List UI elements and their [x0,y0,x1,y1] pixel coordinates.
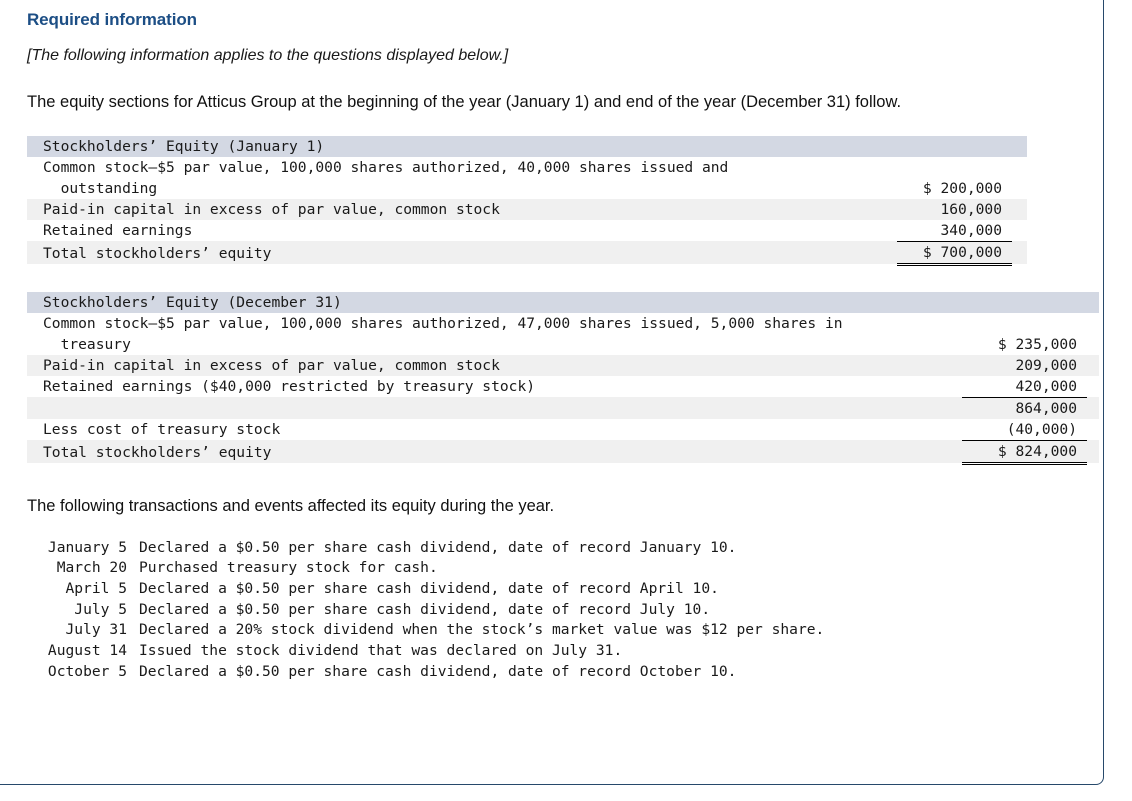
spacer-cell [1012,220,1027,242]
row-value: 340,000 [940,221,1002,239]
applies-to-note: [The following information applies to th… [27,47,509,64]
row-value-subtotal: 864,000 [962,396,1087,419]
row-label: Common stock—$5 par value, 100,000 share… [43,158,729,176]
table-row: treasury $ 235,000 [27,333,1099,355]
list-item: April 5 Declared a $0.50 per share cash … [27,579,824,600]
transaction-date: October 5 [47,662,127,680]
list-item: August 14 Issued the stock dividend that… [27,641,824,662]
spacer-cell [1087,419,1099,441]
transactions-list: January 5 Declared a $0.50 per share cas… [27,538,824,683]
list-item: July 31 Declared a 20% stock dividend wh… [27,620,824,641]
required-information-heading: Required information [27,10,197,29]
spacer-cell [1087,313,1099,334]
closing-paragraph: The following transactions and events af… [27,496,555,515]
row-value: 160,000 [940,200,1002,218]
spacer-cell [1012,178,1027,199]
row-label: Retained earnings [43,222,193,240]
spacer-cell [1012,136,1027,157]
table-row: Stockholders’ Equity (January 1) [27,135,1027,157]
transaction-description: Declared a 20% stock dividend when the s… [139,621,825,639]
spacer-cell [1087,334,1099,355]
december-equity-table-wrap: Stockholders’ Equity (December 31) Commo… [27,291,1102,465]
table-row-total: Total stockholders’ equity $ 700,000 [27,240,1027,266]
list-item: January 5 Declared a $0.50 per share cas… [27,538,824,559]
transaction-date: August 14 [47,642,127,660]
row-label: Paid-in capital in excess of par value, … [43,200,500,218]
spacer-cell [1087,376,1099,398]
spacer-cell [1012,241,1027,264]
transaction-date: July 31 [65,621,127,639]
january-equity-table-wrap: Stockholders’ Equity (January 1) Common … [27,135,1102,266]
transaction-description: Issued the stock dividend that was decla… [139,642,623,660]
row-label: Total stockholders’ equity [43,444,272,462]
row-value [897,157,1012,178]
row-label: Common stock—$5 par value, 100,000 share… [43,314,843,332]
row-label: outstanding [43,179,158,197]
table-row: outstanding $ 200,000 [27,177,1027,199]
question-card: Required information [The following info… [0,0,1104,785]
spacer-cell [1012,157,1027,178]
transaction-description: Declared a $0.50 per share cash dividend… [139,600,711,618]
question-content: Required information [The following info… [27,0,1102,683]
list-item: March 20 Purchased treasury stock for ca… [27,558,824,579]
spacer-cell [1087,355,1099,376]
row-value: (40,000) [1006,420,1077,438]
january-equity-table: Stockholders’ Equity (January 1) Common … [27,135,1027,266]
spacer-cell [1087,397,1099,419]
table-row-total: Total stockholders’ equity $ 824,000 [27,439,1099,465]
row-value: 209,000 [1015,356,1077,374]
december-table-header: Stockholders’ Equity (December 31) [43,293,342,311]
december-equity-table: Stockholders’ Equity (December 31) Commo… [27,291,1099,465]
transaction-date: April 5 [65,579,127,597]
transaction-description: Declared a $0.50 per share cash dividend… [139,538,737,556]
row-label: Less cost of treasury stock [43,421,281,439]
transaction-date: March 20 [56,559,127,577]
table-row-subtotal: 864,000 [27,396,1099,419]
table-row: Stockholders’ Equity (December 31) [27,291,1099,313]
row-value [962,313,1087,334]
spacer-cell [1012,199,1027,220]
list-item: October 5 Declared a $0.50 per share cas… [27,662,824,683]
spacer-cell [1087,440,1099,463]
row-label [27,397,962,419]
table-row: Retained earnings ($40,000 restricted by… [27,375,1099,398]
row-label: Retained earnings ($40,000 restricted by… [43,378,536,396]
transaction-date: January 5 [47,538,127,556]
row-label: Paid-in capital in excess of par value, … [43,356,500,374]
january-table-header: Stockholders’ Equity (January 1) [43,137,325,155]
row-label: Total stockholders’ equity [43,245,272,263]
transaction-description: Purchased treasury stock for cash. [139,559,438,577]
row-value-total: $ 700,000 [897,240,1012,266]
row-value-total: $ 824,000 [962,439,1087,465]
row-value: $ 200,000 [922,179,1002,197]
row-value: $ 235,000 [997,335,1077,353]
transaction-date: July 5 [74,600,127,618]
table-row: Common stock—$5 par value, 100,000 share… [27,312,1099,334]
table-row: Paid-in capital in excess of par value, … [27,198,1027,220]
table-row: Paid-in capital in excess of par value, … [27,354,1099,376]
december-header-value [962,292,1087,313]
spacer-cell [1087,292,1099,313]
transaction-description: Declared a $0.50 per share cash dividend… [139,662,737,680]
table-row: Common stock—$5 par value, 100,000 share… [27,156,1027,178]
january-header-value [897,136,1012,157]
row-value: 420,000 [1015,377,1077,395]
table-row: Less cost of treasury stock (40,000) [27,418,1099,441]
transaction-description: Declared a $0.50 per share cash dividend… [139,579,719,597]
intro-paragraph: The equity sections for Atticus Group at… [27,93,902,111]
table-row: Retained earnings 340,000 [27,219,1027,242]
row-label: treasury [43,335,131,353]
list-item: July 5 Declared a $0.50 per share cash d… [27,600,824,621]
